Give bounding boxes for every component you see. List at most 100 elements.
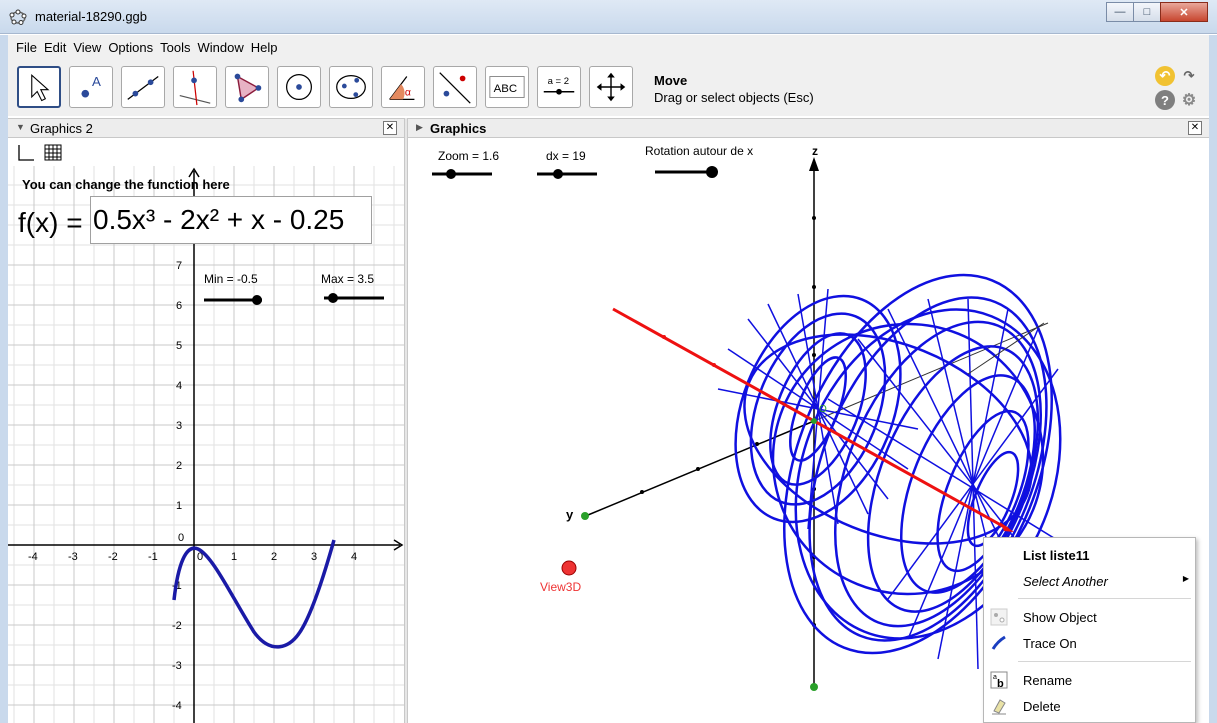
menu-tools[interactable]: Tools [160,40,190,55]
menu-separator [1018,598,1191,599]
origin-point[interactable] [811,418,817,424]
zoom-slider-handle[interactable] [446,169,456,179]
view3d-point[interactable] [561,560,577,576]
max-slider-handle[interactable] [328,293,338,303]
min-slider-handle[interactable] [252,295,262,305]
grid-toggle-icon[interactable] [44,144,62,161]
conic-tool-button[interactable] [329,66,373,108]
y-tick-label: 6 [176,300,182,312]
submenu-arrow-icon: ▶ [1182,574,1189,583]
settings-gear-icon[interactable]: ⚙ [1179,90,1199,110]
expand-triangle-icon[interactable]: ▶ [416,122,423,133]
context-menu-header: List liste11 [1023,548,1090,563]
x-tick-label: -1 [148,551,158,563]
trace-on-icon [991,635,1006,650]
trace-on-menu-item[interactable]: Trace On [1023,636,1077,651]
origin-label-3d: O [819,404,827,415]
angle-tool-button[interactable]: α [381,66,425,108]
graphics2-panel-title: Graphics 2 [30,121,93,136]
maximize-button[interactable]: □ [1133,2,1161,22]
function-input-field[interactable]: 0.5x³ - 2x² + x - 0.25 [90,196,372,244]
graphics2-view[interactable]: -4 -3 -2 -1 0 1 2 3 4 7 6 5 4 3 2 1 -1 -… [8,139,404,723]
y-axis-end-point[interactable] [581,512,589,520]
dx-slider-handle[interactable] [553,169,563,179]
reflect-icon [439,72,471,104]
y-tick-label: 1 [176,500,182,512]
window-title: material-18290.ggb [35,9,148,24]
x-tick-label: -4 [28,551,38,563]
menu-help[interactable]: Help [251,40,278,55]
move-tool-button[interactable] [17,66,61,108]
line-tool-button[interactable] [121,66,165,108]
context-menu: List liste11 Select Another ▶ Show Objec… [983,537,1196,723]
close-button[interactable]: ✕ [1160,2,1208,22]
slider-icon: a = 2 [543,76,575,95]
rename-icon: ab [990,671,1008,689]
move-graphics-view-button[interactable] [589,66,633,108]
slider-tool-button[interactable]: a = 2 [537,66,581,108]
min-slider-label: Min = -0.5 [204,272,258,286]
minimize-button[interactable]: — [1106,2,1134,22]
select-another-menu-item[interactable]: Select Another [1023,574,1108,589]
close-graphics-icon[interactable]: ✕ [1188,121,1202,135]
graphics-panel-title: Graphics [430,121,487,136]
angle-icon: α [389,76,415,100]
perpendicular-tool-button[interactable] [173,66,217,108]
delete-menu-item[interactable]: Delete [1023,699,1061,714]
style-bar-icons [18,144,62,161]
redo-icon[interactable]: ↷ [1179,66,1199,86]
move-cross-arrows-icon [596,72,626,102]
menu-file[interactable]: File [16,40,37,55]
x-tick-label: -3 [68,551,78,563]
circle-tool-button[interactable] [277,66,321,108]
toolbar: A α ABC a = 2 Move Drag or select object… [0,59,1217,116]
y-tick-label: 7 [176,260,182,272]
window-frame-right [1209,59,1217,723]
menu-options[interactable]: Options [108,40,153,55]
z-axis-end-point[interactable] [810,683,818,691]
rotation-slider-handle[interactable] [706,166,718,178]
y-tick-label: -2 [172,620,182,632]
x-tick-labels: -4 -3 -2 -1 0 1 2 3 4 [28,551,357,563]
delete-eraser-icon [992,699,1006,715]
function-label: f(x) = [18,207,83,238]
x-tick-label: 2 [271,551,277,563]
show-object-menu-item[interactable]: Show Object [1023,610,1097,625]
reflect-tool-button[interactable] [433,66,477,108]
menu-view[interactable]: View [73,40,101,55]
help-icon[interactable]: ? [1155,90,1175,110]
rotation-slider-label: Rotation autour de x [645,144,753,158]
graphics2-panel-header[interactable]: ▼ Graphics 2 ✕ [8,118,404,138]
title-bar: material-18290.ggb — □ ✕ [0,0,1217,34]
line-icon [127,76,159,100]
collapse-triangle-icon[interactable]: ▼ [16,122,25,132]
point-icon: A [81,74,101,98]
undo-icon[interactable]: ↶ [1155,66,1175,86]
close-graphics2-icon[interactable]: ✕ [383,121,397,135]
menu-window[interactable]: Window [197,40,243,55]
y-tick-label: -4 [172,700,182,712]
current-tool-name: Move [654,73,688,88]
text-icon: ABC [489,76,525,98]
x-tick-label: -2 [108,551,118,563]
y-tick-label: -3 [172,660,182,672]
z-axis-arrow [809,157,819,171]
axes-toggle-icon[interactable] [18,145,34,161]
text-tool-button[interactable]: ABC [485,66,529,108]
z-axis-label: z [812,144,818,158]
menu-separator [1018,661,1191,662]
rename-menu-item[interactable]: Rename [1023,673,1072,688]
svg-text:b: b [997,678,1004,689]
graphics2-style-bar [8,139,404,166]
point-tool-button[interactable]: A [69,66,113,108]
cursor-arrow-icon [31,74,50,102]
x-tick-label: 1 [231,551,237,563]
svg-text:a = 2: a = 2 [548,76,569,87]
zoom-slider-label: Zoom = 1.6 [438,149,499,163]
polygon-tool-button[interactable] [225,66,269,108]
graphics-panel-header[interactable]: ▶ Graphics ✕ [408,118,1209,138]
svg-text:α: α [405,88,411,99]
max-slider-label: Max = 3.5 [321,272,374,286]
menu-edit[interactable]: Edit [44,40,66,55]
x-tick-label: 4 [351,551,357,563]
